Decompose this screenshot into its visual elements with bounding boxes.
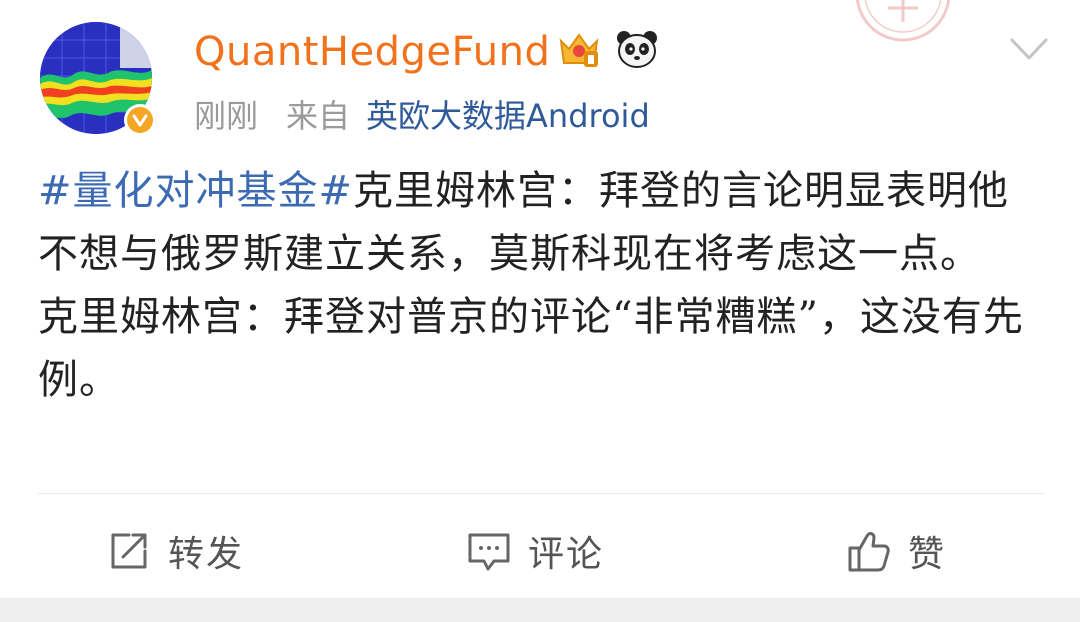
post-paragraph-1: #量化对冲基金#克里姆林宫：拜登的言论明显表明他不想与俄罗斯建立关系，莫斯科现在… [38, 160, 1048, 286]
author-avatar[interactable] [40, 22, 156, 138]
hashtag-link[interactable]: #量化对冲基金# [38, 168, 353, 214]
like-label: 赞 [908, 534, 947, 575]
comment-bubble-icon [466, 528, 512, 574]
post-time: 刚刚 [194, 97, 259, 135]
divider [38, 493, 1044, 494]
share-square-arrow-icon [106, 528, 152, 574]
source-prefix: 来自 [286, 97, 351, 135]
repost-button[interactable]: 转发 [106, 516, 244, 586]
panda-icon[interactable] [614, 26, 660, 72]
post-paragraph-2: 克里姆林宫：拜登对普京的评论“非常糟糕”，这没有先例。 [38, 294, 1024, 403]
stamp-watermark [848, 0, 958, 54]
comment-label: 评论 [528, 534, 605, 575]
author-badges [556, 26, 660, 72]
repost-label: 转发 [168, 534, 245, 575]
action-bar: 转发 评论 赞 [0, 516, 1080, 586]
post-source-link[interactable]: 英欧大数据Android [366, 97, 650, 135]
crown-vip-icon[interactable] [556, 26, 602, 72]
verified-badge [124, 104, 156, 136]
author-name[interactable]: QuantHedgeFund [194, 24, 550, 80]
post-content: #量化对冲基金#克里姆林宫：拜登的言论明显表明他不想与俄罗斯建立关系，莫斯科现在… [38, 160, 1048, 412]
comment-button[interactable]: 评论 [466, 516, 604, 586]
like-button[interactable]: 赞 [846, 516, 946, 586]
post-meta: 刚刚 来自 英欧大数据Android [194, 94, 650, 138]
thumbs-up-icon [846, 528, 892, 574]
feed-separator [0, 598, 1080, 622]
chevron-down-icon[interactable] [1006, 32, 1052, 66]
verified-badge-icon [127, 107, 153, 133]
weibo-post-card: QuantHedgeFund 刚刚 来自 英欧大数据Android #量化对冲基… [0, 0, 1080, 622]
